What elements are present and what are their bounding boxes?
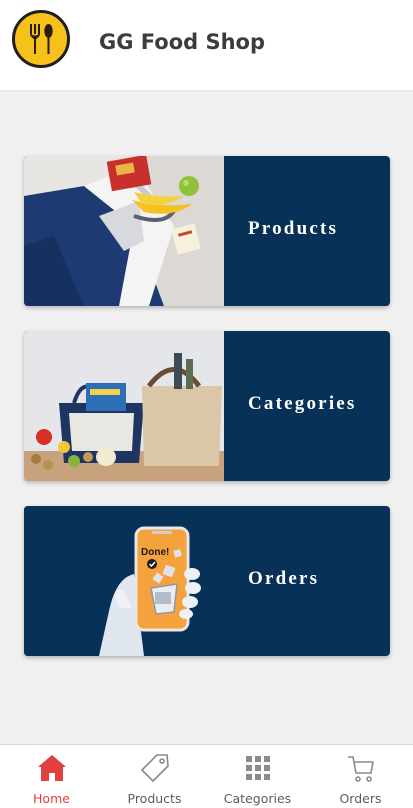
nav-products-label: Products	[127, 791, 182, 806]
nav-orders[interactable]: Orders	[309, 745, 412, 808]
hand-holding-phone-image: Done!	[24, 506, 224, 656]
nav-home[interactable]: Home	[0, 745, 103, 808]
orders-card[interactable]: Done! Orders	[24, 506, 390, 656]
products-card-label: Products	[248, 218, 339, 239]
app-title: GG Food Shop	[99, 30, 266, 54]
shopping-bags-image	[24, 331, 224, 481]
nav-categories[interactable]: Categories	[206, 745, 309, 808]
nav-home-label: Home	[33, 791, 70, 806]
nav-categories-label: Categories	[223, 791, 292, 806]
grid-icon	[246, 756, 270, 780]
categories-card-label: Categories	[248, 393, 357, 414]
bottom-navigation: Home Products Categories Orders	[0, 744, 413, 808]
grocery-tote-bag-image	[24, 156, 224, 306]
fork-and-spoon-icon	[30, 24, 53, 54]
nav-products[interactable]: Products	[103, 745, 206, 808]
products-card[interactable]: Products	[24, 156, 390, 306]
home-icon	[38, 755, 66, 781]
nav-orders-label: Orders	[339, 791, 382, 806]
categories-card[interactable]: Categories	[24, 331, 390, 481]
app-header: GG Food Shop	[0, 0, 413, 90]
tag-icon	[141, 754, 169, 782]
phone-screen-text: Done!	[141, 547, 169, 558]
orders-card-label: Orders	[248, 568, 320, 589]
app-logo[interactable]	[12, 10, 70, 68]
cart-icon	[348, 756, 374, 782]
